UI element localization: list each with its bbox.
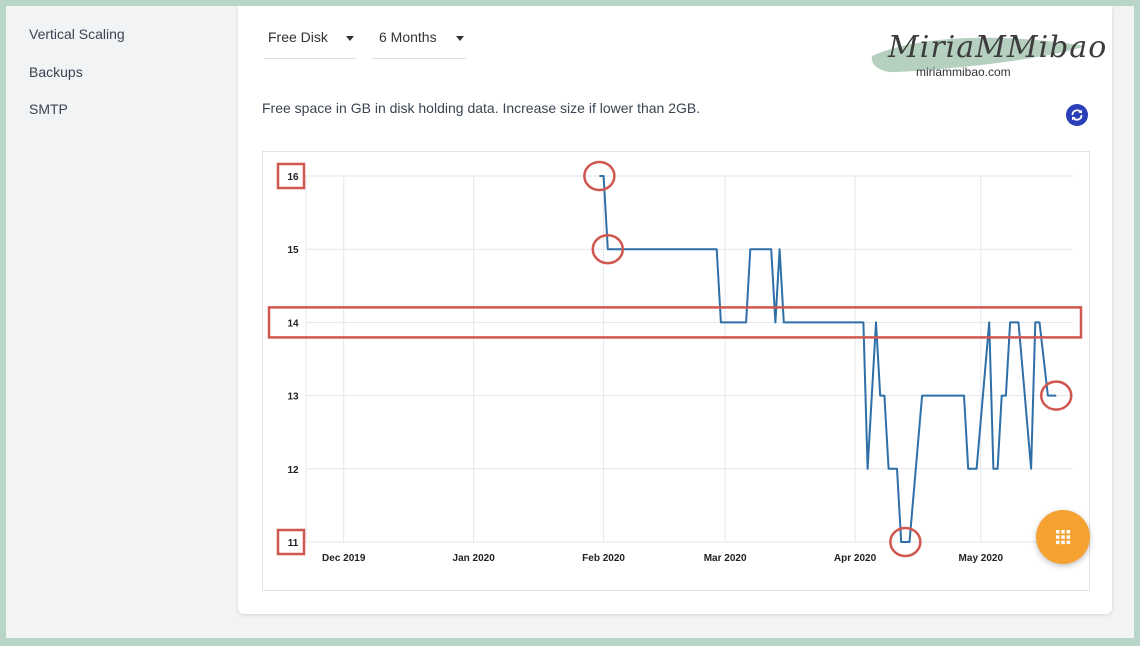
metric-select[interactable]: Free Disk [264,18,356,59]
y-tick-label: 15 [287,245,299,256]
watermark-logo: MiriaMMibao miriammibao.com [856,22,1126,92]
x-tick-label: Mar 2020 [704,553,747,564]
refresh-icon [1071,109,1083,121]
y-tick-label: 16 [287,172,299,183]
watermark-url: miriammibao.com [916,65,1011,79]
x-tick-label: Apr 2020 [834,553,877,564]
chevron-down-icon [346,36,354,41]
range-select[interactable]: 6 Months [372,18,466,59]
grid-icon [1056,530,1071,545]
x-tick-label: May 2020 [959,553,1004,564]
chart-container: 16 15 14 13 12 11 Dec 2019 Jan 2020 Feb 2020 Mar … [262,151,1090,591]
chevron-down-icon [456,36,464,41]
y-tick-label: 14 [287,318,299,329]
chart-description: Free space in GB in disk holding data. I… [262,100,701,116]
sidebar-item-smtp[interactable]: SMTP [29,101,68,117]
screenshot-frame: Vertical Scaling Backups SMTP Free Disk … [6,6,1134,638]
free-disk-chart: 16 15 14 13 12 11 Dec 2019 Jan 2020 Feb 2020 Mar … [267,160,1083,564]
series-line-free-disk [599,175,1057,543]
sidebar-item-backups[interactable]: Backups [29,64,83,80]
sidebar-item-vertical-scaling[interactable]: Vertical Scaling [29,26,125,42]
refresh-button[interactable] [1066,104,1088,126]
metrics-card: Free Disk 6 Months Free space in GB in d… [238,6,1112,614]
apps-menu-button[interactable] [1036,510,1090,564]
watermark-title: MiriaMMibao [888,30,1108,65]
sidebar: Vertical Scaling Backups SMTP [6,6,236,638]
x-tick-label: Jan 2020 [453,553,496,564]
x-tick-label: Dec 2019 [322,553,366,564]
range-select-value: 6 Months [379,29,437,45]
y-tick-label: 13 [287,392,299,403]
x-tick-label: Feb 2020 [582,553,625,564]
metric-select-value: Free Disk [268,29,328,45]
y-tick-label: 12 [287,465,299,476]
y-tick-label: 11 [288,538,299,549]
